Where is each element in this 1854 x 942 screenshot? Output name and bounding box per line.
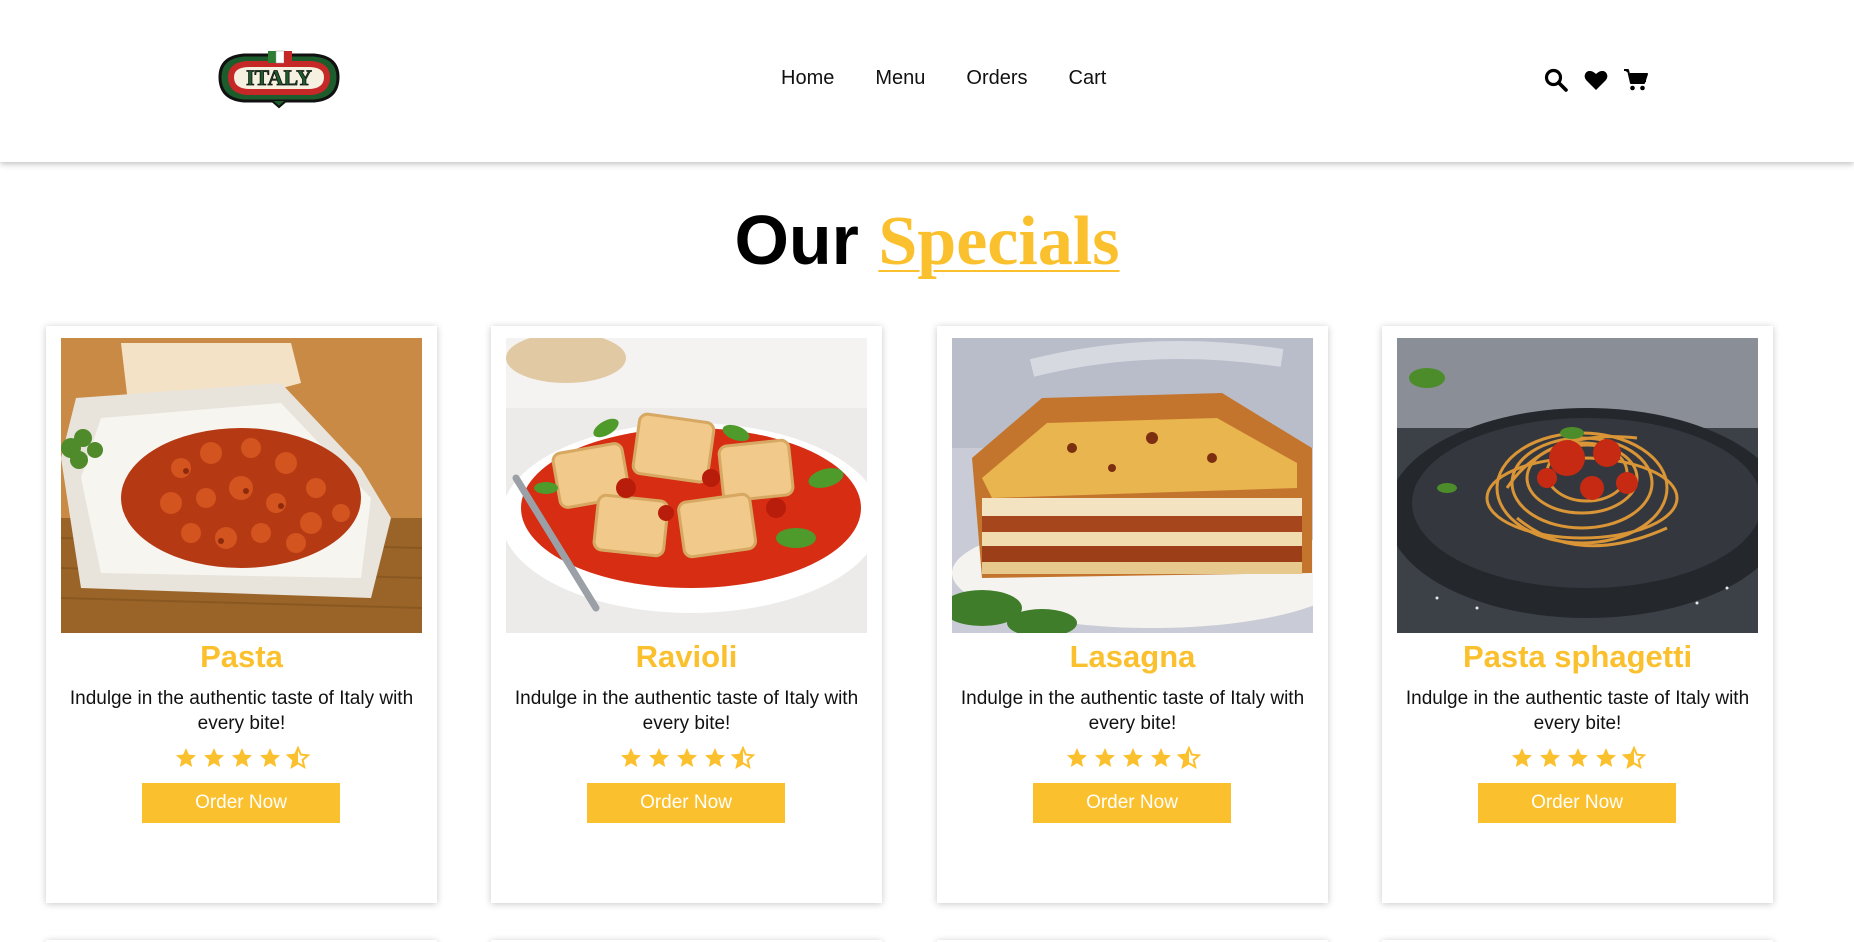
section-title-part1: Our [734,201,859,279]
star-icon [1595,748,1616,767]
star-icon [1567,748,1588,767]
star-half-icon [285,746,310,770]
star-icon [1122,748,1143,767]
lasagna-image [952,338,1313,633]
star-icon [203,748,224,767]
card-rating [491,746,882,770]
card-title: Lasagna [1069,639,1196,674]
nav-cart[interactable]: Cart [1069,66,1107,90]
star-icon [259,748,280,767]
main-nav: Home Menu Orders Cart [781,66,1106,90]
header-actions [1543,67,1649,93]
card-description: Indulge in the authentic taste of Italy … [960,688,1305,734]
site-header: ITALY Home Menu Orders Cart [0,0,1854,162]
special-card: Pasta Indulge in the authentic taste of … [46,326,437,903]
card-title: Ravioli [635,639,738,674]
order-now-button[interactable]: Order Now [1033,783,1231,823]
star-icon [1066,748,1087,767]
heart-icon[interactable] [1583,67,1609,93]
nav-menu[interactable]: Menu [875,66,925,90]
nav-orders[interactable]: Orders [966,66,1027,90]
star-icon [231,748,252,767]
card-rating [1382,746,1773,770]
section-title: Our Specials [0,200,1854,282]
star-icon [175,748,196,767]
card-title: Pasta [200,639,283,674]
special-card: Lasagna Indulge in the authentic taste o… [937,326,1328,903]
star-icon [1511,748,1532,767]
star-icon [1094,748,1115,767]
special-card: Pasta sphagetti Indulge in the authentic… [1382,326,1773,903]
star-half-icon [1176,746,1201,770]
order-now-button[interactable]: Order Now [142,783,340,823]
star-half-icon [730,746,755,770]
logo-text: ITALY [246,65,312,90]
italy-logo[interactable]: ITALY [214,47,344,109]
specials-grid: Pasta Indulge in the authentic taste of … [46,326,1846,906]
spaghetti-image [1397,338,1758,633]
pasta-image [61,338,422,633]
star-icon [676,748,697,767]
star-half-icon [1621,746,1646,770]
card-rating [46,746,437,770]
order-now-button[interactable]: Order Now [587,783,785,823]
star-icon [704,748,725,767]
star-icon [1150,748,1171,767]
card-rating [937,746,1328,770]
star-icon [1539,748,1560,767]
ravioli-image [506,338,867,633]
card-description: Indulge in the authentic taste of Italy … [1405,688,1750,734]
card-description: Indulge in the authentic taste of Italy … [514,688,859,734]
special-card: Ravioli Indulge in the authentic taste o… [491,326,882,903]
nav-home[interactable]: Home [781,66,834,90]
card-description: Indulge in the authentic taste of Italy … [69,688,414,734]
star-icon [648,748,669,767]
cart-icon[interactable] [1623,67,1649,93]
star-icon [620,748,641,767]
search-icon[interactable] [1543,67,1569,93]
card-title: Pasta sphagetti [1462,639,1693,674]
section-title-part2: Specials [878,203,1120,280]
order-now-button[interactable]: Order Now [1478,783,1676,823]
